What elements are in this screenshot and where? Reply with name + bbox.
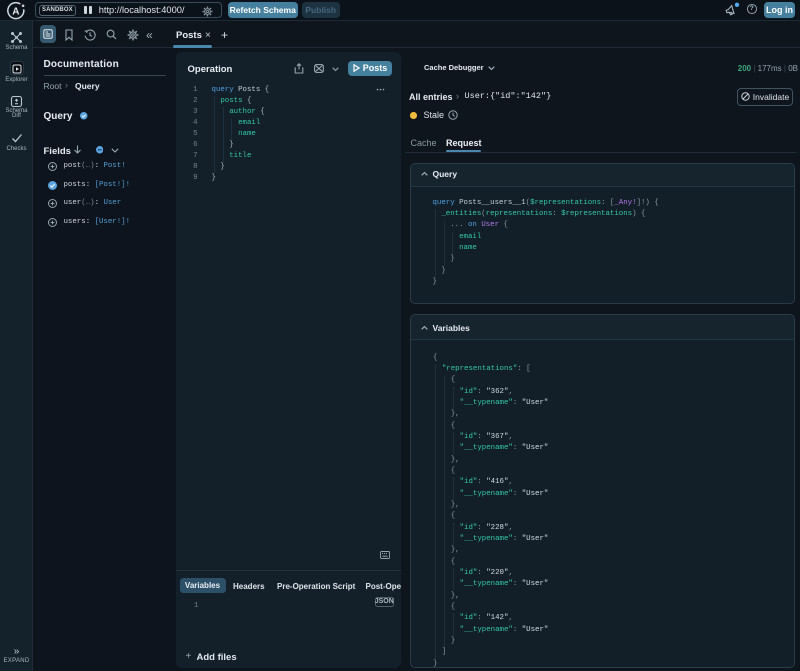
svg-text:A: A bbox=[12, 6, 19, 17]
